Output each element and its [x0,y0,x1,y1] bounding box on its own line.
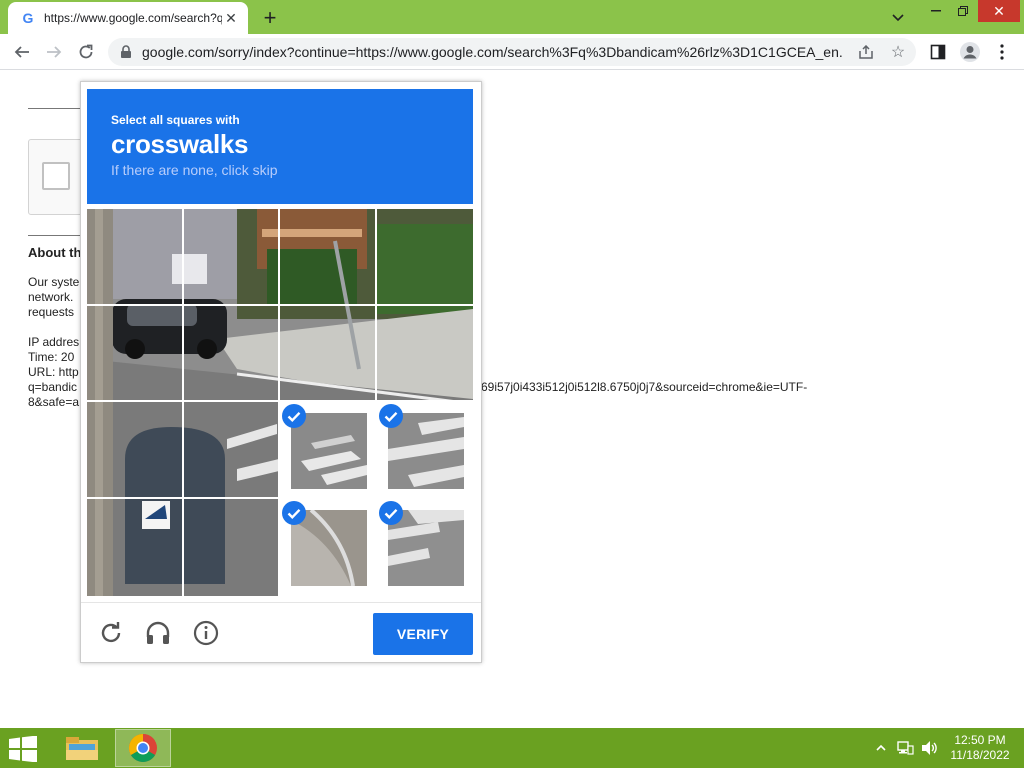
tray-overflow-icon[interactable] [876,728,886,768]
clock-date: 11/18/2022 [950,748,1010,762]
grid-tile-selected[interactable] [377,402,473,499]
info-icon[interactable] [192,619,220,647]
taskbar-clock[interactable]: 12:50 PM 11/18/2022 [940,733,1020,763]
grid-tile[interactable] [87,209,183,305]
recaptcha-challenge: Select all squares with crosswalks If th… [80,81,482,663]
file-explorer-icon[interactable] [54,729,110,767]
browser-toolbar: google.com/sorry/index?continue=https://… [0,34,1024,70]
challenge-header: Select all squares with crosswalks If th… [87,89,473,204]
ip-line: IP addres [28,335,80,349]
challenge-grid [87,209,473,596]
reload-challenge-icon[interactable] [97,619,125,647]
address-bar[interactable]: google.com/sorry/index?continue=https://… [108,38,916,66]
url-continuation: 69i57j0i433i512j0i512l8.6750j0j7&sourcei… [481,380,808,394]
time-line: Time: 20 [28,350,75,364]
grid-tile[interactable] [184,402,280,498]
close-window-button[interactable]: ✕ [978,0,1020,22]
about-heading: About th [28,245,82,260]
share-icon[interactable] [856,42,876,62]
url-line: URL: http [28,365,79,379]
reload-button[interactable] [72,38,100,66]
body-line: Our syste [28,275,80,289]
selected-check-icon [379,404,403,428]
verify-button[interactable]: VERIFY [373,613,473,655]
forward-button[interactable] [40,38,68,66]
grid-tile-selected[interactable] [377,499,473,596]
grid-tile[interactable] [87,402,183,498]
minimize-button[interactable] [922,0,950,22]
grid-tile-selected[interactable] [280,402,377,499]
windows-start-icon[interactable] [8,736,38,762]
grid-tile[interactable] [87,499,183,595]
lock-icon[interactable] [120,45,134,59]
taskbar: 12:50 PM 11/18/2022 [0,728,1024,768]
challenge-instruction: Select all squares with [111,113,240,127]
grid-tile-selected[interactable] [280,499,377,596]
grid-tile[interactable] [377,306,473,402]
selected-check-icon [282,404,306,428]
clock-time: 12:50 PM [954,733,1006,747]
selected-check-icon [282,501,306,525]
grid-tile[interactable] [184,209,280,305]
recaptcha-anchor[interactable] [28,139,88,215]
tab-search-chevron-icon[interactable] [888,8,908,28]
tab-close-icon[interactable]: ✕ [222,9,240,27]
tab-title: https://www.google.com/search?q [44,11,222,25]
recaptcha-checkbox[interactable] [42,162,70,190]
challenge-target: crosswalks [111,129,249,159]
chrome-taskbar-icon[interactable] [115,729,171,767]
new-tab-button[interactable]: + [258,6,282,30]
body-line: network. [28,290,74,304]
bookmark-star-icon[interactable]: ☆ [888,42,908,62]
grid-tile[interactable] [184,499,280,595]
url-line: 8&safe=a [28,395,80,409]
volume-icon[interactable] [920,728,938,768]
grid-tile[interactable] [377,209,473,305]
side-panel-icon[interactable] [924,38,952,66]
grid-tile[interactable] [184,306,280,402]
selected-check-icon [379,501,403,525]
divider [28,108,88,109]
url-line: q=bandic [28,380,78,394]
challenge-hint: If there are none, click skip [111,162,278,178]
grid-tile[interactable] [87,306,183,402]
profile-avatar-icon[interactable] [956,38,984,66]
tab-strip: G https://www.google.com/search?q ✕ + ✕ [0,0,1024,34]
url-text[interactable]: google.com/sorry/index?continue=https://… [142,44,842,60]
back-button[interactable] [8,38,36,66]
divider [28,235,88,236]
google-favicon-icon: G [22,10,34,26]
body-line: requests [28,305,75,319]
grid-tile[interactable] [280,306,376,402]
restore-button[interactable] [950,0,976,22]
browser-tab[interactable]: G https://www.google.com/search?q ✕ [8,2,248,34]
audio-challenge-headphones-icon[interactable] [144,619,172,647]
grid-tile[interactable] [280,209,376,305]
menu-kebab-icon[interactable] [988,38,1016,66]
network-icon[interactable] [896,728,914,768]
challenge-footer: VERIFY [81,602,481,662]
